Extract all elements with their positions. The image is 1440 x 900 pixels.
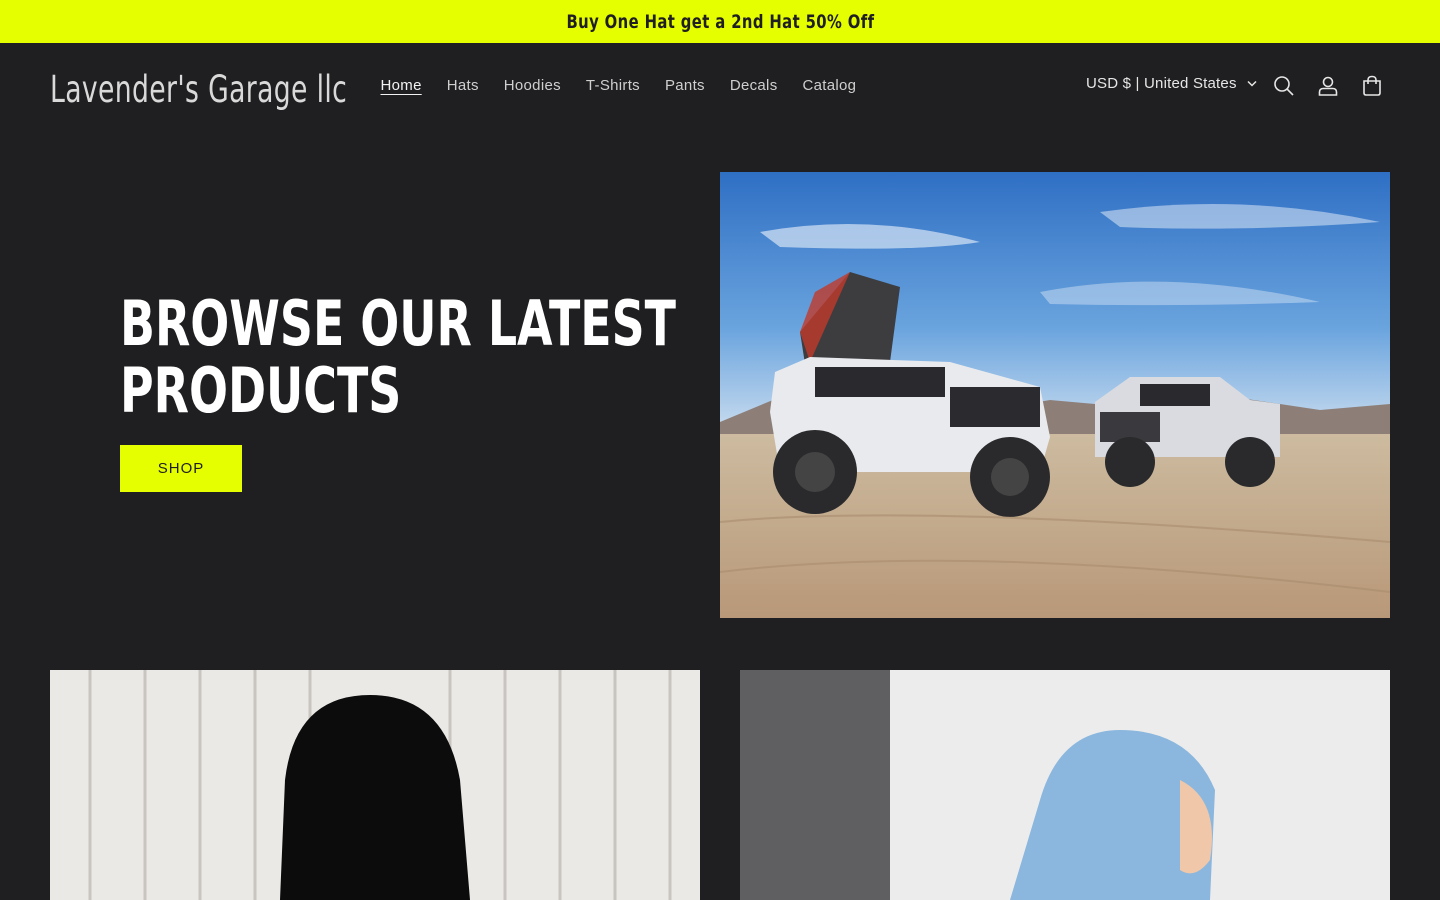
- nav-item-t-shirts[interactable]: T-Shirts: [573, 73, 652, 98]
- search-icon: [1274, 76, 1294, 96]
- blue-hoodie-illustration: [740, 670, 1390, 900]
- hero-title-line-1: Browse our latest: [120, 287, 676, 360]
- nav-item-home[interactable]: Home: [368, 73, 434, 98]
- hero-title: Browse our latest products: [120, 290, 700, 424]
- chevron-down-icon: [1247, 80, 1257, 87]
- search-button[interactable]: [1270, 72, 1298, 100]
- nav-item-hoodies[interactable]: Hoodies: [491, 73, 573, 98]
- account-icon: [1318, 76, 1338, 96]
- shop-button[interactable]: SHOP: [120, 445, 242, 492]
- cart-button[interactable]: [1358, 72, 1386, 100]
- nav-item-pants[interactable]: Pants: [652, 73, 717, 98]
- nav-item-hats[interactable]: Hats: [434, 73, 491, 98]
- currency-selector[interactable]: USD $ | United States: [1086, 75, 1257, 92]
- collection-card-image-black-hoodie[interactable]: [50, 670, 700, 900]
- nav-item-decals[interactable]: Decals: [717, 73, 790, 98]
- hero-photo-illustration: [720, 172, 1390, 618]
- hero-title-line-2: products: [120, 354, 402, 427]
- cart-icon: [1363, 75, 1381, 96]
- nav-item-catalog[interactable]: Catalog: [790, 73, 869, 98]
- hero-image: [720, 172, 1390, 618]
- site-header: Lavender's Garage llc Home Hats Hoodies …: [0, 43, 1440, 133]
- store-logo-text: Lavender's Garage llc: [50, 67, 348, 111]
- collection-card-image-blue-hoodie[interactable]: [740, 670, 1390, 900]
- announcement-bar: Buy One Hat get a 2nd Hat 50% Off: [0, 0, 1440, 43]
- announcement-text: Buy One Hat get a 2nd Hat 50% Off: [565, 10, 874, 33]
- account-button[interactable]: [1314, 72, 1342, 100]
- main-nav: Home Hats Hoodies T-Shirts Pants Decals …: [368, 73, 869, 98]
- currency-label: USD $ | United States: [1086, 75, 1237, 92]
- black-hoodie-illustration: [50, 670, 700, 900]
